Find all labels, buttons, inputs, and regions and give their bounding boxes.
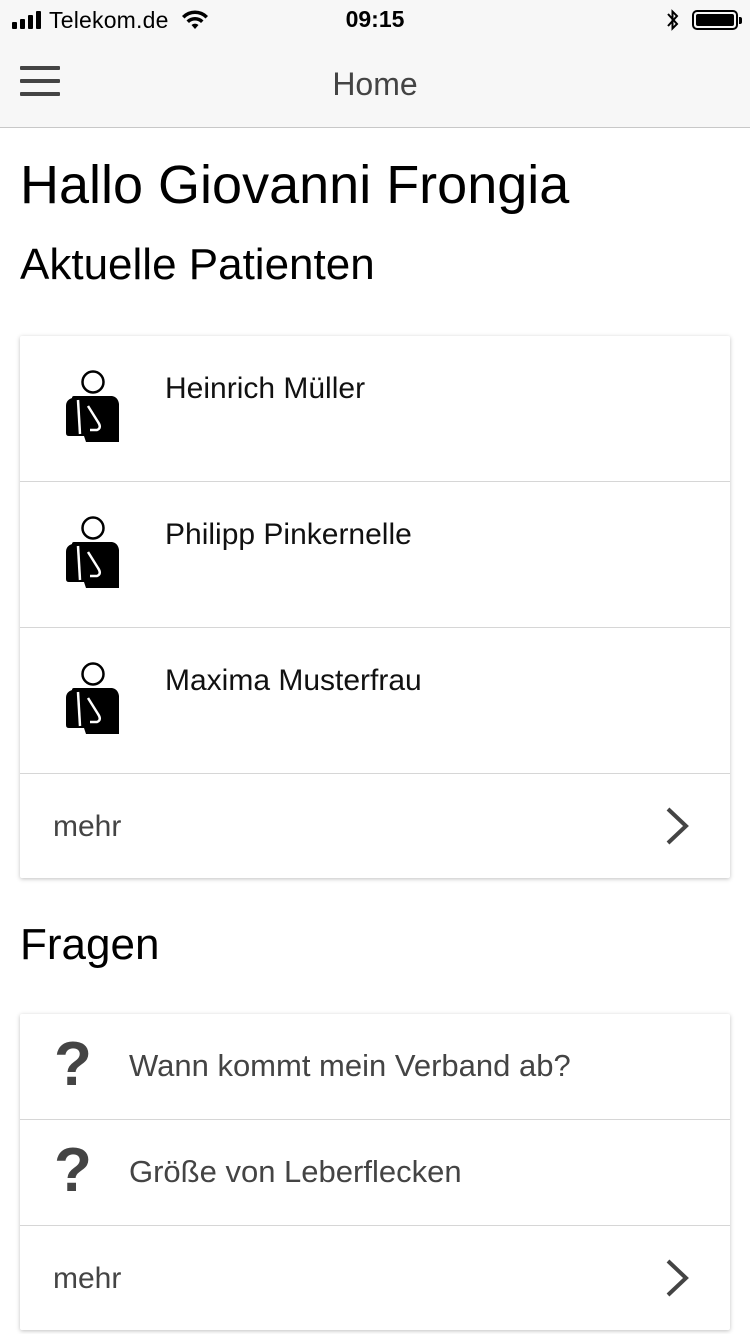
- patient-name: Philipp Pinkernelle: [165, 518, 412, 551]
- greeting-heading: Hallo Giovanni Frongia: [20, 155, 570, 215]
- patient-name: Maxima Musterfrau: [165, 664, 422, 697]
- question-text: Größe von Leberflecken: [129, 1154, 462, 1189]
- status-time: 09:15: [345, 6, 405, 32]
- patients-section-title: Aktuelle Patienten: [20, 240, 375, 289]
- question-text: Wann kommt mein Verband ab?: [129, 1048, 571, 1083]
- patient-arm-sling-icon: [66, 370, 119, 442]
- status-right: [666, 8, 742, 32]
- patient-row[interactable]: Maxima Musterfrau: [20, 628, 730, 774]
- question-row[interactable]: ? Wann kommt mein Verband ab?: [20, 1014, 730, 1120]
- question-mark-icon: ?: [54, 1136, 92, 1205]
- patient-row[interactable]: Philipp Pinkernelle: [20, 482, 730, 628]
- chevron-right-icon: [666, 1259, 689, 1297]
- patient-arm-sling-icon: [66, 662, 119, 734]
- more-label: mehr: [53, 810, 122, 843]
- questions-more-button[interactable]: mehr: [20, 1226, 730, 1330]
- patient-arm-sling-icon: [66, 516, 119, 588]
- patients-more-button[interactable]: mehr: [20, 774, 730, 878]
- bluetooth-icon: [667, 9, 679, 31]
- battery-icon: [692, 10, 742, 30]
- patient-row[interactable]: Heinrich Müller: [20, 336, 730, 482]
- question-mark-icon: ?: [54, 1030, 92, 1099]
- question-row[interactable]: ? Größe von Leberflecken: [20, 1120, 730, 1226]
- patients-card: Heinrich Müller Philipp Pinkernelle Maxi…: [20, 336, 730, 878]
- nav-bar: Home: [0, 40, 750, 128]
- questions-card: ? Wann kommt mein Verband ab? ? Größe vo…: [20, 1014, 730, 1330]
- questions-section-title: Fragen: [20, 920, 160, 969]
- status-bar: Telekom.de 09:15: [0, 0, 750, 40]
- chevron-right-icon: [666, 807, 689, 845]
- page-title: Home: [332, 66, 418, 102]
- patient-name: Heinrich Müller: [165, 372, 366, 405]
- more-label: mehr: [53, 1262, 122, 1295]
